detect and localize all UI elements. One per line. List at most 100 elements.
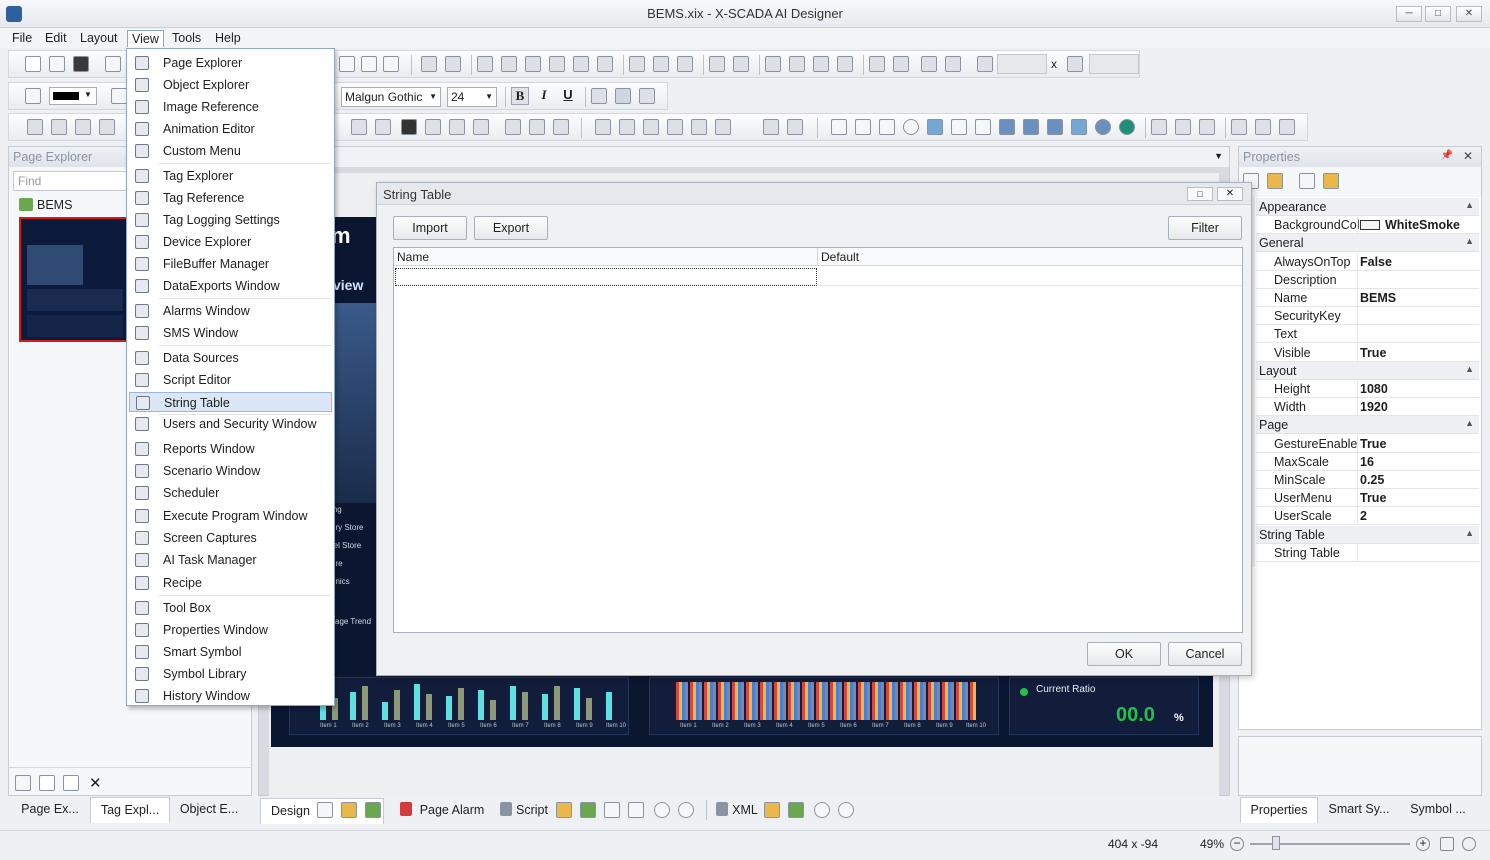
tab-tag-explorer[interactable]: Tag Expl... [90, 797, 170, 823]
fill-bucket-icon[interactable] [25, 88, 41, 104]
save-all-icon[interactable] [105, 56, 121, 72]
view-menu-item-symbol-library[interactable]: Symbol Library [129, 664, 332, 684]
flip-v-icon[interactable] [893, 56, 909, 72]
zoom-slider-thumb[interactable] [1272, 836, 1280, 850]
view-menu-item-tool-box[interactable]: Tool Box [129, 598, 332, 618]
refresh-icon[interactable] [1462, 837, 1476, 851]
trend-tool-icon[interactable] [643, 119, 659, 135]
camera-tool-icon[interactable] [473, 119, 489, 135]
property-row-height[interactable]: Height 1080 [1256, 380, 1479, 398]
rotate-left-icon[interactable] [921, 56, 937, 72]
dial-tool-icon[interactable] [691, 119, 707, 135]
gear-icon[interactable] [1071, 119, 1087, 135]
property-row-text[interactable]: Text [1256, 325, 1479, 344]
tab-page-alarm[interactable]: Page Alarm [414, 798, 490, 824]
property-value[interactable]: True [1360, 346, 1386, 360]
font-icon[interactable] [1151, 119, 1167, 135]
same-height-icon[interactable] [653, 56, 669, 72]
line-color-icon[interactable] [111, 88, 127, 104]
view-menu-item-reports-window[interactable]: Reports Window [129, 439, 332, 459]
view-menu-item-tag-explorer[interactable]: Tag Explorer [129, 166, 332, 186]
tools-icon[interactable] [628, 802, 644, 818]
tab-page-explorer[interactable]: Page Ex... [12, 797, 88, 823]
property-row-name[interactable]: Name BEMS [1256, 289, 1479, 307]
height-field[interactable] [1089, 54, 1139, 74]
collapse-chevron-icon[interactable]: ▲ [1465, 528, 1474, 538]
property-row-userscale[interactable]: UserScale 2 [1256, 507, 1479, 526]
xml-zoom-out-icon[interactable] [838, 802, 854, 818]
bar-tool-icon[interactable] [667, 119, 683, 135]
property-row-maxscale[interactable]: MaxScale 16 [1256, 452, 1479, 471]
property-category-appearance[interactable]: Appearance ▲ [1256, 198, 1479, 216]
qr-tool-icon[interactable] [401, 119, 417, 135]
export-xml-icon[interactable] [788, 802, 804, 818]
delete-icon[interactable]: ✕ [89, 774, 102, 792]
property-pages-icon[interactable] [1299, 173, 1315, 189]
property-value[interactable]: 0.25 [1360, 473, 1384, 487]
view-menu-item-string-table[interactable]: String Table [129, 392, 332, 412]
property-category-string-table[interactable]: String Table ▲ [1256, 525, 1479, 544]
property-row-backgroundcolor[interactable]: BackgroundColor WhiteSmoke [1256, 216, 1479, 235]
trend-chart-icon[interactable] [1231, 119, 1247, 135]
grid-new-row-name-cell[interactable] [395, 268, 817, 286]
maximize-button[interactable]: □ [1425, 6, 1451, 22]
property-value[interactable]: 16 [1360, 455, 1374, 469]
distribute-v-icon[interactable] [733, 56, 749, 72]
grid-control-icon[interactable] [927, 119, 943, 135]
align-left-icon[interactable] [477, 56, 493, 72]
events-icon[interactable] [1323, 173, 1339, 189]
tag-icon[interactable] [341, 802, 357, 818]
property-row-usermenu[interactable]: UserMenu True [1256, 489, 1479, 508]
align-center-icon[interactable] [501, 56, 517, 72]
column-name[interactable]: Name [397, 250, 429, 264]
media-tool-icon[interactable] [425, 119, 441, 135]
tree-root-bems[interactable]: BEMS [37, 198, 72, 212]
property-value[interactable]: False [1360, 255, 1392, 269]
collapse-chevron-icon[interactable]: ▲ [1465, 200, 1474, 210]
dialog-maximize-button[interactable]: □ [1187, 187, 1213, 201]
radio-control-icon[interactable] [903, 119, 919, 135]
flip-h-icon[interactable] [869, 56, 885, 72]
tab-design[interactable]: Design [260, 798, 384, 824]
copy-icon[interactable] [361, 56, 377, 72]
polyline-tool-icon[interactable] [51, 119, 67, 135]
pie-tool-icon[interactable] [529, 119, 545, 135]
property-category-layout[interactable]: Layout ▲ [1256, 361, 1479, 380]
collapse-chevron-icon[interactable]: ▲ [1465, 364, 1474, 374]
view-menu-item-ai-task-manager[interactable]: AI Task Manager [129, 550, 332, 570]
view-menu-item-custom-menu[interactable]: Custom Menu [129, 141, 332, 161]
chart-tool-icon[interactable] [449, 119, 465, 135]
close-window-button[interactable]: ✕ [1456, 6, 1482, 22]
cut-icon[interactable] [339, 56, 355, 72]
view-menu-item-script-editor[interactable]: Script Editor [129, 370, 332, 390]
font-family-select[interactable]: Malgun Gothic ▼ [341, 87, 441, 107]
bring-front-icon[interactable] [765, 56, 781, 72]
arc-tool-icon[interactable] [75, 119, 91, 135]
fill-color-picker[interactable]: ▼ [49, 87, 97, 105]
valve-tool-icon[interactable] [787, 119, 803, 135]
browser-control-icon[interactable] [999, 119, 1015, 135]
view-menu-item-tag-reference[interactable]: Tag Reference [129, 188, 332, 208]
view-menu-item-filebuffer-manager[interactable]: FileBuffer Manager [129, 254, 332, 274]
tab-properties[interactable]: Properties [1240, 797, 1318, 823]
tab-smart-symbol[interactable]: Smart Sy... [1320, 797, 1398, 823]
open-xml-icon[interactable] [764, 802, 780, 818]
paste-icon[interactable] [383, 56, 399, 72]
property-value[interactable]: True [1360, 437, 1386, 451]
distribute-h-icon[interactable] [709, 56, 725, 72]
xml-zoom-in-icon[interactable] [814, 802, 830, 818]
open-script-icon[interactable] [556, 802, 572, 818]
property-row-gestureenable[interactable]: GestureEnable True [1256, 434, 1479, 453]
align-top-icon[interactable] [549, 56, 565, 72]
minimize-button[interactable]: ─ [1396, 6, 1422, 22]
triangle-tool-icon[interactable] [553, 119, 569, 135]
property-row-width[interactable]: Width 1920 [1256, 398, 1479, 417]
same-width-icon[interactable] [629, 56, 645, 72]
view-menu-item-screen-captures[interactable]: Screen Captures [129, 528, 332, 548]
list-icon[interactable] [604, 802, 620, 818]
meter-tool-icon[interactable] [715, 119, 731, 135]
copy-page-icon[interactable] [63, 775, 79, 791]
text-align-right-icon[interactable] [639, 88, 655, 104]
line-chart-icon[interactable] [1255, 119, 1271, 135]
property-value[interactable]: True [1360, 491, 1386, 505]
